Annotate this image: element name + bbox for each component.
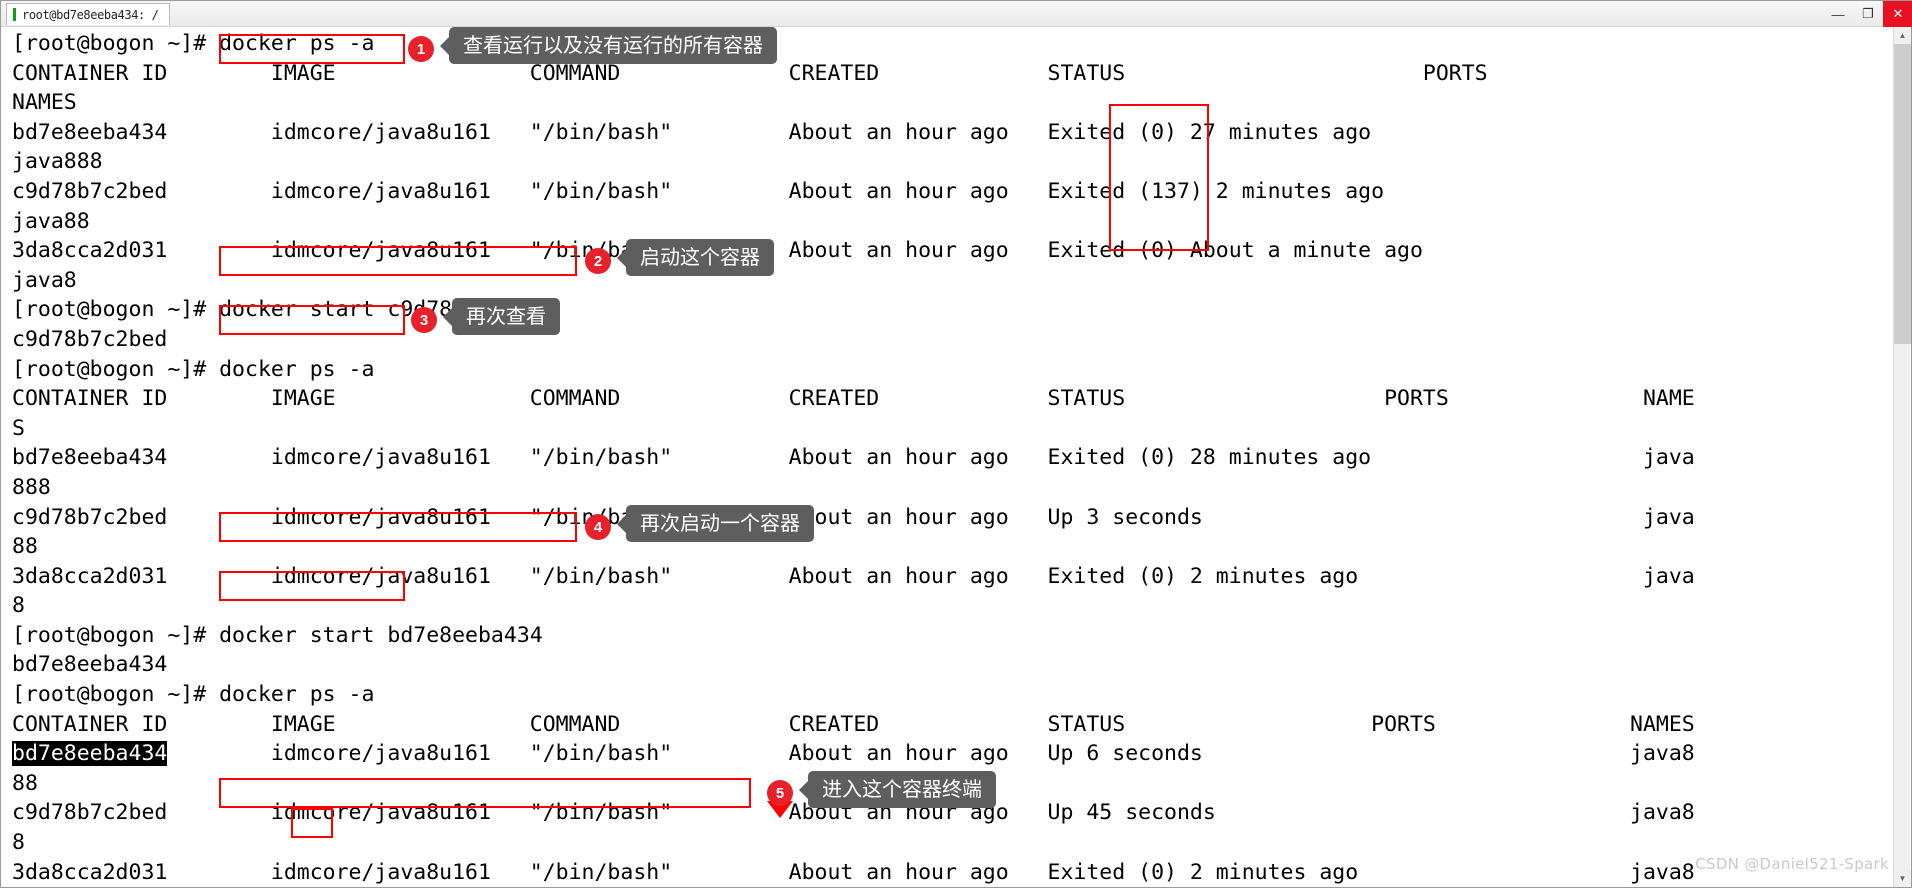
title-bar: root@bd7e8eeba434: / — ❐ ✕ (1, 1, 1912, 27)
terminal-text-span: CONTAINER ID IMAGE COMMAND CREATED STATU… (12, 386, 1695, 412)
terminal-text-span: c9d78b7c2bed idmcore/java8u161 "/bin/bas… (12, 504, 1695, 530)
terminal-text-span: 8 (12, 593, 25, 619)
annotation-badge-1: 1 (408, 36, 434, 62)
terminal-line: 3da8cca2d031 idmcore/java8u161 "/bin/bas… (12, 562, 1695, 592)
terminal-line: bd7e8eeba434 idmcore/java8u161 "/bin/bas… (12, 118, 1695, 148)
terminal-text-span: 888 (12, 474, 51, 500)
terminal-text-span: CONTAINER ID IMAGE COMMAND CREATED STATU… (12, 60, 1682, 86)
terminal-line: CONTAINER ID IMAGE COMMAND CREATED STATU… (12, 59, 1695, 89)
scroll-down-arrow[interactable]: ▼ (1894, 870, 1911, 887)
terminal-text-span: 8 (12, 830, 25, 856)
annotation-badge-4: 4 (585, 514, 611, 540)
terminal-text-span: idmcore/java8u161 "/bin/bash" About an h… (167, 741, 1695, 767)
terminal-line: NAMES (12, 88, 1695, 118)
terminal-text-span: java8 (12, 267, 77, 293)
watermark-text: CSDN @Daniel521-Spark (1695, 855, 1889, 873)
terminal-line: bd7e8eeba434 idmcore/java8u161 "/bin/bas… (12, 739, 1695, 769)
terminal-window: root@bd7e8eeba434: / — ❐ ✕ [root@bogon ~… (0, 0, 1912, 888)
minimize-button[interactable]: — (1823, 1, 1853, 27)
window-controls: — ❐ ✕ (1823, 1, 1912, 27)
terminal-text-span: c9d78b7c2bed idmcore/java8u161 "/bin/bas… (12, 178, 1385, 204)
terminal-line: 888 (12, 473, 1695, 503)
terminal-line: c9d78b7c2bed idmcore/java8u161 "/bin/bas… (12, 177, 1695, 207)
terminal-line: bd7e8eeba434 (12, 650, 1695, 680)
terminal-line: CONTAINER ID IMAGE COMMAND CREATED STATU… (12, 710, 1695, 740)
terminal-text-span: 3da8cca2d031 idmcore/java8u161 "/bin/bas… (12, 859, 1695, 885)
terminal-line: java88 (12, 207, 1695, 237)
terminal-text-span: bd7e8eeba434 idmcore/java8u161 "/bin/bas… (12, 445, 1695, 471)
annotation-badge-3: 3 (411, 307, 437, 333)
terminal-text-span: 88 (12, 770, 38, 796)
terminal-line: [root@bogon ~]# docker ps -a (12, 680, 1695, 710)
terminal-text-span: [root@bogon ~]# docker start bd7e8eeba43… (12, 622, 543, 648)
annotation-badge-5: 5 (767, 780, 793, 806)
terminal-line: c9d78b7c2bed (12, 325, 1695, 355)
terminal-line: [root@bogon ~]# docker start bd7e8eeba43… (12, 621, 1695, 651)
terminal-text-span: [root@bogon ~]# docker ps -a (12, 356, 375, 382)
terminal-text-span: bd7e8eeba434 idmcore/java8u161 "/bin/bas… (12, 119, 1372, 145)
annotation-tooltip-1: 查看运行以及没有运行的所有容器 (440, 27, 777, 64)
terminal-scrollbar[interactable]: ▲ ▼ (1893, 27, 1911, 887)
annotation-tooltip-4: 再次启动一个容器 (617, 505, 814, 542)
terminal-text-span: CONTAINER ID IMAGE COMMAND CREATED STATU… (12, 711, 1695, 737)
terminal-line: 8 (12, 828, 1695, 858)
close-button[interactable]: ✕ (1883, 1, 1912, 27)
selected-text: bd7e8eeba434 (12, 741, 168, 767)
terminal-line: java8 (12, 266, 1695, 296)
scrollbar-thumb[interactable] (1894, 44, 1911, 344)
terminal-text-span: java888 (12, 149, 103, 175)
terminal-line: [root@bogon ~]# docker ps -a (12, 355, 1695, 385)
terminal-text-span: [root@bogon ~]# docker ps -a (12, 31, 375, 56)
terminal-text-span: S (12, 415, 25, 441)
terminal-line: CONTAINER ID IMAGE COMMAND CREATED STATU… (12, 384, 1695, 414)
terminal-text-span: NAMES (12, 90, 77, 116)
annotation-tooltip-5: 进入这个容器终端 (799, 771, 996, 808)
annotation-tooltip-3: 再次查看 (443, 298, 560, 335)
terminal-line: [root@bogon ~]# docker ps -a (12, 29, 1695, 59)
terminal-tab[interactable]: root@bd7e8eeba434: / (6, 3, 170, 25)
terminal-text-span: 88 (12, 534, 38, 560)
terminal-text-span: c9d78b7c2bed (12, 326, 168, 352)
terminal-line: 8 (12, 591, 1695, 621)
terminal-line: [root@bogon ~]# docker start c9d78b7c2be… (12, 295, 1695, 325)
terminal-text-span: java88 (12, 208, 90, 234)
maximize-button[interactable]: ❐ (1853, 1, 1883, 27)
terminal-text-span: bd7e8eeba434 (12, 652, 168, 678)
terminal-text-span: 3da8cca2d031 idmcore/java8u161 "/bin/bas… (12, 563, 1695, 589)
terminal-line: 88 (12, 532, 1695, 562)
terminal-line: bd7e8eeba434 idmcore/java8u161 "/bin/bas… (12, 443, 1695, 473)
terminal-line: 3da8cca2d031 idmcore/java8u161 "/bin/bas… (12, 236, 1695, 266)
terminal-line: java888 (12, 147, 1695, 177)
tab-status-indicator (13, 8, 16, 21)
terminal-text: [root@bogon ~]# docker ps -a CONTAINER ID… (12, 29, 1695, 887)
tab-title: root@bd7e8eeba434: / (22, 7, 159, 22)
terminal-output-area[interactable]: [root@bogon ~]# docker ps -a CONTAINER ID… (2, 27, 1895, 887)
terminal-line: S (12, 414, 1695, 444)
terminal-text-span: [root@bogon ~]# docker ps -a (12, 682, 375, 708)
terminal-line: 3da8cca2d031 idmcore/java8u161 "/bin/bas… (12, 858, 1695, 887)
terminal-line: c9d78b7c2bed idmcore/java8u161 "/bin/bas… (12, 503, 1695, 533)
annotation-tooltip-2: 启动这个容器 (617, 239, 774, 276)
annotation-badge-2: 2 (585, 248, 611, 274)
scroll-up-arrow[interactable]: ▲ (1894, 27, 1911, 44)
